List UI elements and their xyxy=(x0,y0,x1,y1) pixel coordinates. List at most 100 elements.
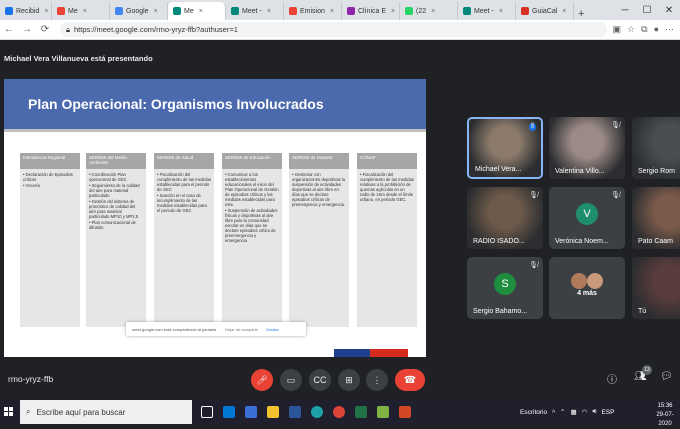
minimize-icon[interactable]: ─ xyxy=(614,0,636,20)
close-tab-icon[interactable]: × xyxy=(562,8,566,15)
powerpoint-icon[interactable] xyxy=(394,400,416,424)
maximize-icon[interactable]: ☐ xyxy=(636,0,658,20)
participant-tile[interactable]: S Sergio Bahamo... 🎙︎̸ xyxy=(467,257,543,319)
tab-favicon-icon xyxy=(405,7,413,15)
word-icon[interactable] xyxy=(284,400,306,424)
organism-column: SEREMI de Deporte • Gestionar con organiz… xyxy=(289,153,349,327)
participant-count-badge: 13 xyxy=(642,365,652,375)
participant-avatar: V xyxy=(576,203,598,225)
camera-icon[interactable]: ▭ xyxy=(280,369,302,391)
browser-tab[interactable]: (22 × xyxy=(400,2,458,20)
participant-tile[interactable]: 4 más xyxy=(549,257,625,319)
language-indicator[interactable]: ESP xyxy=(601,409,614,416)
taskbar-clock[interactable]: 15:36 29-07-2020 xyxy=(650,402,680,429)
browser-tab[interactable]: Me × xyxy=(52,2,110,20)
participant-name: Sergio Bahamo... xyxy=(473,308,528,315)
tab-label: Meet - xyxy=(474,7,494,15)
browser-tab[interactable]: GuiaCal × xyxy=(516,2,574,20)
tab-favicon-icon xyxy=(173,7,181,15)
close-tab-icon[interactable]: × xyxy=(83,8,87,15)
edge-icon[interactable] xyxy=(306,400,328,424)
captions-icon[interactable]: CC xyxy=(309,369,331,391)
present-screen-icon[interactable]: ⊞ xyxy=(338,369,360,391)
task-text: Coordinación Plan operacional de GEC xyxy=(89,172,127,182)
browser-tab[interactable]: Meet - × xyxy=(458,2,516,20)
end-call-button[interactable]: ☎︎ xyxy=(395,369,425,391)
people-tray-icon[interactable]: ᴬ xyxy=(552,409,555,416)
browser-tab[interactable]: Emision × xyxy=(284,2,342,20)
search-icon: ⌕ xyxy=(26,407,31,416)
task-text: Vocería xyxy=(25,183,40,188)
network-icon[interactable]: ▦ xyxy=(571,408,577,416)
organism-tasks: • Fiscalización del cumplimiento de las … xyxy=(357,169,417,206)
participant-tile[interactable]: Sergio Rom xyxy=(632,117,680,179)
close-window-icon[interactable]: ✕ xyxy=(658,0,680,20)
mic-off-icon[interactable]: 🎤︎ xyxy=(251,369,273,391)
browser-tab[interactable]: Google × xyxy=(110,2,168,20)
task-view-icon[interactable] xyxy=(196,400,218,424)
organism-tasks: • Declaración de Episodios críticos • Voc… xyxy=(20,169,80,192)
windows-start-icon[interactable] xyxy=(0,400,18,424)
close-tab-icon[interactable]: × xyxy=(199,8,203,15)
tab-favicon-icon xyxy=(347,7,355,15)
participant-tile[interactable]: Michael Vera... ⦀ xyxy=(467,117,543,179)
participant-tile[interactable]: Pato Caam🎙︎̸ xyxy=(632,187,680,249)
organism-column: SEREMI de Educación • Comunicar a los est… xyxy=(222,153,282,327)
more-options-icon[interactable]: ⋮ xyxy=(366,369,388,391)
store-icon[interactable] xyxy=(240,400,262,424)
chrome-icon[interactable] xyxy=(328,400,350,424)
close-tab-icon[interactable]: × xyxy=(499,8,503,15)
task-item: • Fiscalización del cumplimiento de las … xyxy=(360,172,414,202)
chevron-up-icon[interactable]: ⌃ xyxy=(560,408,565,416)
participant-tile[interactable]: V Verónica Noem... 🎙︎̸ xyxy=(549,187,625,249)
organism-header: CONAF xyxy=(357,153,417,169)
wifi-icon[interactable]: ◠ xyxy=(582,408,588,416)
participant-tile[interactable]: RADIO ISADO... 🎙︎̸ xyxy=(467,187,543,249)
close-tab-icon[interactable]: × xyxy=(330,8,334,15)
new-tab-button[interactable]: + xyxy=(574,8,588,20)
browser-tab[interactable]: Me × xyxy=(168,2,226,20)
browser-tab[interactable]: Meet - × xyxy=(226,2,284,20)
close-tab-icon[interactable]: × xyxy=(391,8,395,15)
task-item: • Declaración de Episodios críticos xyxy=(23,172,77,182)
desktop-label[interactable]: Escritorio xyxy=(520,409,547,416)
meet-control-bar: rmo-yryz-ffb 🎤︎ ▭ CC ⊞ ⋮ ☎︎ ⓘ 👥︎ 💬︎ xyxy=(0,363,680,399)
url-field[interactable]: 🔒︎ https://meet.google.com/rmo-yryz-ffb?… xyxy=(60,22,607,37)
camera-permission-icon[interactable]: ▣ xyxy=(613,24,622,35)
browser-tab[interactable]: Recibid × xyxy=(0,2,52,20)
task-text: Fiscalización del cumplimiento de las me… xyxy=(157,172,211,192)
more-menu-icon[interactable]: ⋯ xyxy=(665,24,674,35)
star-icon[interactable]: ☆ xyxy=(627,24,635,35)
file-explorer-icon[interactable] xyxy=(262,400,284,424)
participant-tile[interactable]: Valentina Villo... 🎙︎̸ xyxy=(549,117,625,179)
participant-avatar: S xyxy=(494,273,516,295)
forward-icon[interactable]: → xyxy=(18,24,36,35)
info-icon[interactable]: ⓘ xyxy=(607,371,617,386)
app-icon[interactable] xyxy=(372,400,394,424)
tab-favicon-icon xyxy=(521,7,529,15)
close-tab-icon[interactable]: × xyxy=(267,8,271,15)
back-icon[interactable]: ← xyxy=(0,24,18,35)
profile-icon[interactable]: ● xyxy=(654,24,659,35)
close-tab-icon[interactable]: × xyxy=(154,8,158,15)
organism-column: Intendencia Regional • Declaración de Epi… xyxy=(20,153,80,327)
mic-muted-icon: 🎙︎̸ xyxy=(529,262,538,269)
tab-label: GuiaCal xyxy=(532,7,558,15)
browser-tab[interactable]: Clínica E × xyxy=(342,2,400,20)
close-tab-icon[interactable]: × xyxy=(431,8,435,15)
taskbar-search[interactable]: ⌕ Escribe aquí para buscar xyxy=(20,400,192,424)
excel-icon[interactable] xyxy=(350,400,372,424)
participant-avatar xyxy=(586,273,603,289)
collections-icon[interactable]: ⧉ xyxy=(641,24,647,35)
mail-icon[interactable] xyxy=(218,400,240,424)
reload-icon[interactable]: ⟳ xyxy=(36,24,54,35)
meeting-code: rmo-yryz-ffb xyxy=(8,374,54,384)
hide-button[interactable]: Ocultar xyxy=(266,327,279,332)
stop-sharing-button[interactable]: Dejar de compartir xyxy=(225,327,258,332)
task-text: Fiscalización del cumplimiento de las me… xyxy=(360,172,414,202)
close-tab-icon[interactable]: × xyxy=(44,8,48,15)
participant-tile[interactable]: Tú xyxy=(632,257,680,319)
tab-label: Emision xyxy=(300,7,325,15)
chat-icon[interactable]: 💬︎ xyxy=(660,371,673,382)
volume-icon[interactable]: 🔊︎ xyxy=(592,408,596,416)
